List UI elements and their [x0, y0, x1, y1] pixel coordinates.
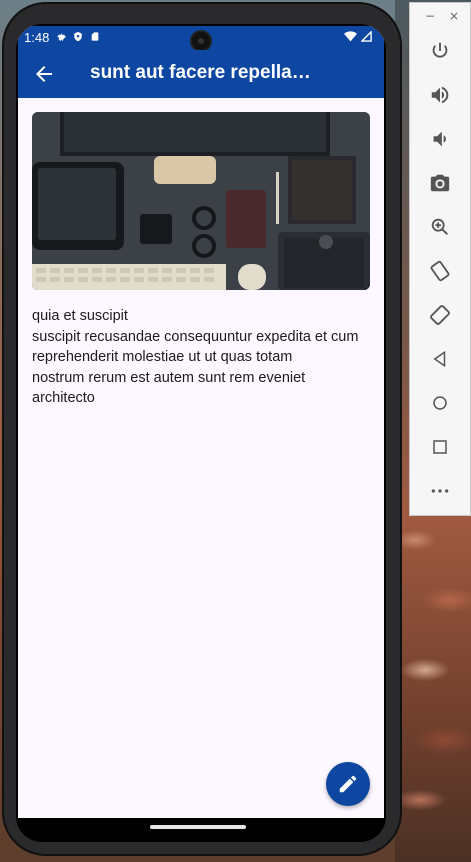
close-button[interactable]: ×: [448, 9, 460, 23]
minimize-button[interactable]: −: [424, 9, 436, 23]
camera-icon: [430, 174, 450, 192]
volume-down-icon: [433, 131, 446, 147]
back-arrow-button[interactable]: [32, 62, 56, 86]
screenshot-button[interactable]: [428, 171, 452, 195]
front-camera: [192, 32, 210, 50]
app-screen: 1:48 sunt aut facere repella… quia et su…: [18, 26, 384, 818]
article-hero-image: [32, 112, 370, 290]
zoom-icon: [431, 218, 448, 235]
back-arrow-icon: [36, 66, 52, 82]
home-icon: [433, 396, 447, 410]
cellular-signal-icon: [360, 30, 372, 46]
status-time: 1:48: [24, 30, 50, 45]
body-line: quia et suscipit: [32, 308, 128, 324]
rotate-left-icon: [430, 260, 450, 282]
volume-up-button[interactable]: [428, 83, 452, 107]
phone-frame: 1:48 sunt aut facere repella… quia et su…: [2, 2, 402, 856]
rotate-right-icon: [430, 305, 450, 325]
body-line: suscipit recusandae consequuntur expedit…: [32, 328, 359, 345]
body-line: architecto: [32, 390, 95, 406]
shield-icon: [73, 31, 83, 42]
power-button[interactable]: [428, 39, 452, 63]
back-icon: [433, 350, 446, 368]
overview-icon: [433, 440, 447, 454]
more-icon: [431, 489, 449, 493]
panel-header: − ×: [410, 9, 470, 25]
status-icons-right: [344, 30, 372, 46]
phone-screen-bezel: 1:48 sunt aut facere repella… quia et su…: [16, 24, 386, 842]
volume-down-button[interactable]: [428, 127, 452, 151]
edit-icon: [339, 775, 357, 793]
home-gesture-handle[interactable]: [150, 825, 246, 829]
settings-gear-icon: [56, 31, 66, 42]
zoom-button[interactable]: [428, 215, 452, 239]
power-icon: [432, 42, 448, 58]
emulator-control-panel: − ×: [409, 2, 471, 516]
rotate-right-button[interactable]: [428, 303, 452, 327]
desk-workspace-photo: [32, 112, 370, 290]
app-bar: sunt aut facere repella…: [18, 50, 384, 98]
body-line: reprehenderit molestiae ut ut quas totam: [32, 349, 293, 365]
wifi-icon: [344, 31, 357, 46]
more-button[interactable]: [428, 479, 452, 503]
system-navigation-bar: [16, 818, 386, 842]
rotate-left-button[interactable]: [428, 259, 452, 283]
volume-up-icon: [431, 86, 449, 104]
sd-card-icon: [90, 31, 100, 42]
back-button[interactable]: [428, 347, 452, 371]
article-body: quia et suscipit suscipit recusandae con…: [32, 306, 372, 409]
page-title: sunt aut facere repella…: [90, 62, 311, 83]
home-button[interactable]: [428, 391, 452, 415]
body-line: nostrum rerum est autem sunt rem eveniet: [32, 369, 306, 386]
overview-button[interactable]: [428, 435, 452, 459]
edit-fab-button[interactable]: [326, 762, 370, 806]
status-icons-left: [56, 31, 100, 42]
